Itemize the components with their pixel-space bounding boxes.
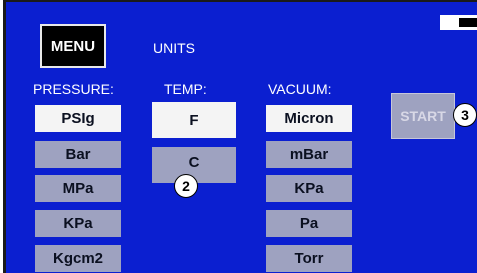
pressure-option-psig[interactable]: PSIg — [35, 105, 121, 132]
page-title: UNITS — [153, 40, 195, 56]
battery-icon — [440, 15, 477, 30]
vacuum-option-micron[interactable]: Micron — [266, 105, 352, 132]
vacuum-option-kpa[interactable]: KPa — [266, 175, 352, 202]
pressure-option-kpa[interactable]: KPa — [35, 210, 121, 237]
menu-button[interactable]: MENU — [40, 24, 106, 68]
callout-marker-2: 2 — [174, 174, 198, 198]
vacuum-heading: VACUUM: — [268, 81, 332, 97]
pressure-option-kgcm2[interactable]: Kgcm2 — [35, 245, 121, 272]
unit-settings-screen: MENU UNITS PRESSURE: TEMP: VACUUM: PSIg … — [3, 0, 477, 273]
start-button[interactable]: START — [391, 93, 455, 139]
pressure-option-mpa[interactable]: MPa — [35, 175, 121, 202]
callout-marker-3: 3 — [453, 103, 477, 127]
battery-level — [459, 18, 477, 27]
pressure-heading: PRESSURE: — [33, 81, 114, 97]
vacuum-option-pa[interactable]: Pa — [266, 210, 352, 237]
temp-option-f[interactable]: F — [152, 102, 236, 138]
vacuum-option-mbar[interactable]: mBar — [266, 141, 352, 168]
pressure-option-bar[interactable]: Bar — [35, 141, 121, 168]
vacuum-option-torr[interactable]: Torr — [266, 245, 352, 272]
temp-heading: TEMP: — [164, 81, 207, 97]
